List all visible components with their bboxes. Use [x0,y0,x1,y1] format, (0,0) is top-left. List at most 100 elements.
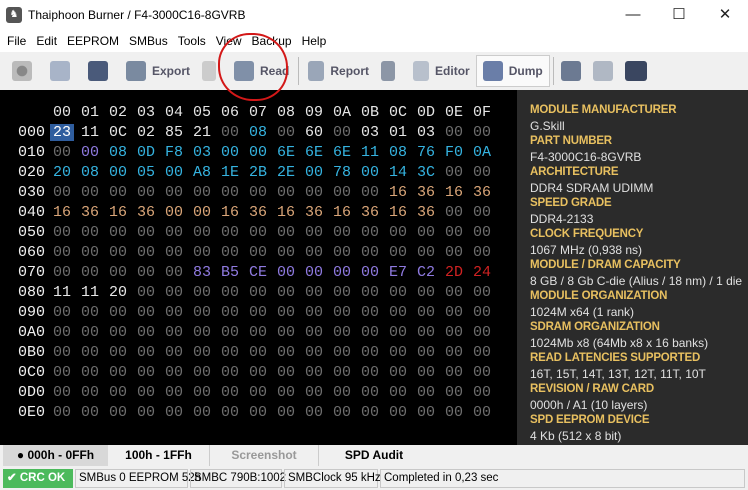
hex-byte[interactable]: 00 [246,364,270,381]
hex-byte[interactable]: 00 [274,384,298,401]
hex-byte[interactable]: 00 [414,224,438,241]
hex-byte[interactable]: 00 [302,224,326,241]
hex-byte[interactable]: 00 [442,244,466,261]
hex-byte[interactable]: 00 [218,244,242,261]
hex-byte[interactable]: 00 [330,404,354,421]
hex-byte[interactable]: 00 [162,324,186,341]
hex-byte[interactable]: 00 [302,324,326,341]
hex-byte[interactable]: 16 [50,204,74,221]
hex-byte[interactable]: 00 [134,224,158,241]
tools-button[interactable] [375,55,407,87]
hex-byte[interactable]: 00 [78,304,102,321]
hex-byte[interactable]: 00 [218,224,242,241]
hex-byte[interactable]: 00 [218,384,242,401]
hex-byte[interactable]: 00 [358,364,382,381]
hex-byte[interactable]: 76 [414,144,438,161]
hex-byte[interactable]: 00 [330,224,354,241]
hex-byte[interactable]: 00 [106,364,130,381]
hex-byte[interactable]: 03 [358,124,382,141]
hex-byte[interactable]: 00 [470,324,494,341]
hex-byte[interactable]: 08 [106,144,130,161]
menu-file[interactable]: File [2,34,31,48]
hex-byte[interactable]: 00 [190,404,214,421]
hex-byte[interactable]: 08 [386,144,410,161]
hex-byte[interactable]: 00 [78,244,102,261]
hex-byte[interactable]: 00 [274,224,298,241]
hex-byte[interactable]: 00 [470,344,494,361]
menu-help[interactable]: Help [297,34,332,48]
hex-byte[interactable]: 00 [442,384,466,401]
hex-byte[interactable]: 00 [78,184,102,201]
tab-screenshot[interactable]: Screenshot [210,445,319,466]
hex-byte[interactable]: 00 [386,404,410,421]
hex-byte[interactable]: C2 [414,264,438,281]
save-button[interactable] [82,55,120,87]
hex-byte[interactable]: 00 [190,224,214,241]
hex-byte[interactable]: 00 [50,144,74,161]
hex-byte[interactable]: 00 [386,224,410,241]
hex-byte[interactable]: 03 [414,124,438,141]
hex-byte[interactable]: 00 [218,324,242,341]
hex-byte[interactable]: 03 [190,144,214,161]
hex-byte[interactable]: 00 [358,244,382,261]
hex-byte[interactable]: 00 [190,304,214,321]
menu-smbus[interactable]: SMBus [124,34,173,48]
hex-byte[interactable]: 00 [246,224,270,241]
hex-byte[interactable]: 36 [358,204,382,221]
hex-byte[interactable]: 2D [442,264,466,281]
hex-byte[interactable]: 00 [470,284,494,301]
hex-byte[interactable]: 2E [274,164,298,181]
lock-button[interactable] [196,55,228,87]
menu-edit[interactable]: Edit [31,34,62,48]
hex-byte[interactable]: 00 [274,364,298,381]
hex-byte[interactable]: 00 [414,364,438,381]
hex-byte[interactable]: 78 [330,164,354,181]
hex-byte[interactable]: 00 [470,224,494,241]
hex-byte[interactable]: 00 [50,224,74,241]
hex-byte[interactable]: 00 [414,244,438,261]
hex-byte[interactable]: 00 [218,144,242,161]
hex-byte[interactable]: 00 [134,264,158,281]
hex-byte[interactable]: 00 [78,364,102,381]
hex-byte[interactable]: 36 [470,184,494,201]
tab-100h-1ffh[interactable]: 100h - 1FFh [108,445,210,466]
tab-000h-0ffh[interactable]: ● 000h - 0FFh [3,445,108,466]
hex-byte[interactable]: 00 [302,164,326,181]
hex-byte[interactable]: 00 [106,384,130,401]
hex-byte[interactable]: 00 [414,304,438,321]
hex-byte[interactable]: 00 [50,384,74,401]
hex-byte[interactable]: 1E [218,164,242,181]
hex-byte[interactable]: 00 [134,404,158,421]
hex-byte[interactable]: F8 [162,144,186,161]
hex-byte[interactable]: 00 [190,364,214,381]
hex-byte[interactable]: 00 [302,244,326,261]
hex-byte[interactable]: 00 [442,344,466,361]
hex-byte[interactable]: 00 [358,164,382,181]
hex-byte[interactable]: 00 [246,184,270,201]
hex-byte[interactable]: 14 [386,164,410,181]
hex-byte[interactable]: 6E [302,144,326,161]
hex-byte[interactable]: 00 [78,224,102,241]
hex-byte[interactable]: 00 [358,284,382,301]
hex-byte[interactable]: 00 [162,404,186,421]
hex-byte[interactable]: 0C [106,124,130,141]
scan-button[interactable] [557,55,591,87]
hex-byte[interactable]: 00 [274,184,298,201]
hex-byte[interactable]: 00 [162,264,186,281]
hex-byte[interactable]: 00 [330,244,354,261]
hex-byte[interactable]: 00 [442,304,466,321]
hex-byte[interactable]: 16 [386,204,410,221]
hex-byte[interactable]: 00 [302,364,326,381]
hex-byte[interactable]: 11 [358,144,382,161]
hex-byte[interactable]: 00 [470,244,494,261]
hex-byte[interactable]: 00 [274,404,298,421]
hex-byte[interactable]: 00 [134,244,158,261]
hex-byte[interactable]: 00 [386,244,410,261]
hex-byte[interactable]: 00 [50,324,74,341]
hex-byte[interactable]: F0 [442,144,466,161]
hex-byte[interactable]: 00 [78,264,102,281]
hex-byte[interactable]: 00 [414,384,438,401]
export-button[interactable]: Export [120,55,196,87]
hex-byte[interactable]: 11 [78,284,102,301]
hex-byte[interactable]: 00 [50,344,74,361]
